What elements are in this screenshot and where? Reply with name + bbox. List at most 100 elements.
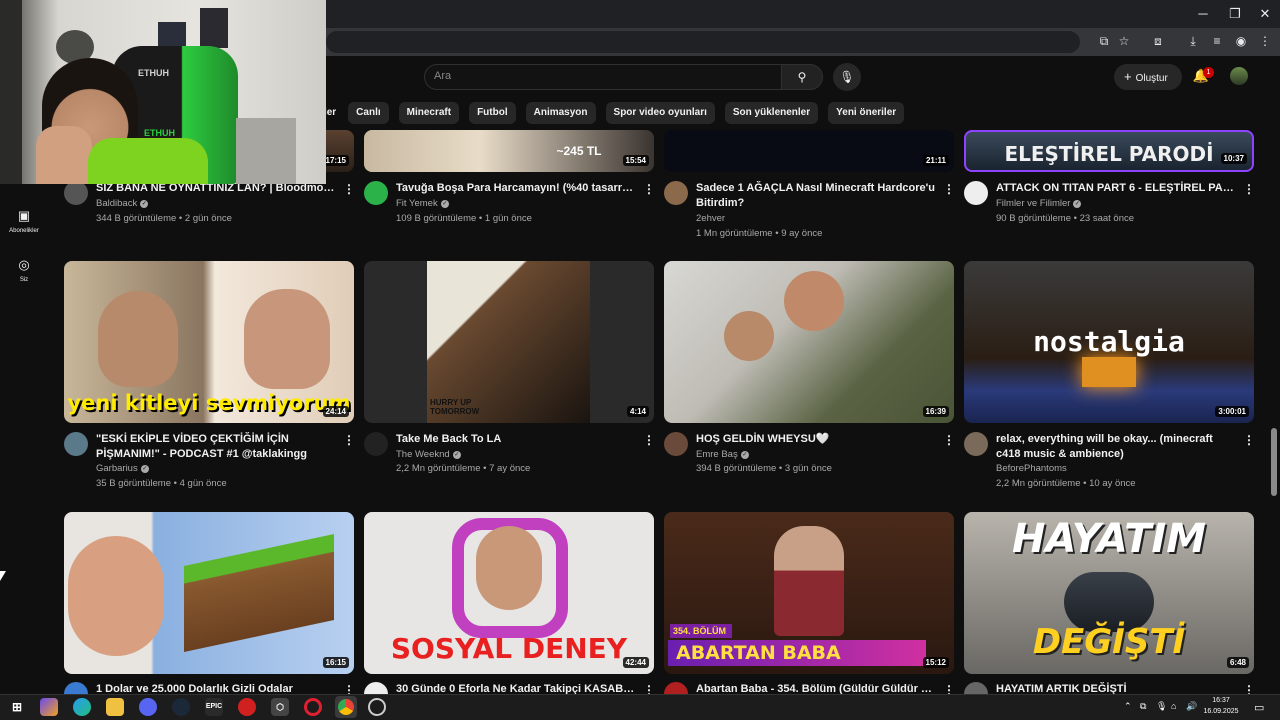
chip[interactable]: Futbol xyxy=(469,102,516,124)
close-window-button[interactable]: ✕ xyxy=(1248,0,1280,28)
channel-name[interactable]: Emre Baş ✓ xyxy=(696,449,749,460)
notification-center-icon[interactable]: ▭ xyxy=(1254,701,1264,714)
channel-avatar[interactable] xyxy=(364,432,388,456)
channel-avatar[interactable] xyxy=(664,181,688,205)
chip[interactable]: Animasyon xyxy=(525,102,596,124)
video-title[interactable]: HOŞ GELDİN WHEYSU🤍 xyxy=(696,432,936,447)
scrollbar-thumb[interactable] xyxy=(1271,428,1277,496)
epic-games-icon[interactable]: EPIC xyxy=(205,698,223,716)
verified-icon: ✓ xyxy=(452,451,461,459)
video-thumbnail[interactable]: HAYATIM DEĞİŞTİ 6:48 xyxy=(964,512,1254,674)
page-scrollbar[interactable] xyxy=(1270,98,1278,694)
video-thumbnail[interactable]: ELEŞTİREL PARODİ 10:37 xyxy=(964,130,1254,172)
channel-name[interactable]: The Weeknd ✓ xyxy=(396,449,461,460)
file-explorer-icon[interactable] xyxy=(106,698,124,716)
video-thumbnail[interactable]: nostalgia 3:00:01 xyxy=(964,261,1254,423)
video-title[interactable]: "ESKİ EKİPLE VİDEO ÇEKTİĞİM İÇİN PİŞMANI… xyxy=(96,432,336,462)
video-thumbnail[interactable]: yeni kitleyi sevmiyorum 24:14 xyxy=(64,261,354,423)
video-meta: 109 B görüntüleme • 1 gün önce xyxy=(396,213,532,224)
browser-menu-icon[interactable]: ⋮ xyxy=(1257,33,1273,49)
steam-icon[interactable] xyxy=(172,698,190,716)
sidebar-item-you[interactable]: ◎ Siz xyxy=(4,257,44,283)
downloads-icon[interactable]: ⤓ xyxy=(1185,33,1201,49)
windows-start-icon[interactable]: ⊞ xyxy=(8,698,26,716)
edge-icon[interactable] xyxy=(73,698,91,716)
channel-name[interactable]: BeforePhantoms xyxy=(996,463,1067,474)
channel-name[interactable]: Baldiback ✓ xyxy=(96,198,149,209)
channel-avatar[interactable] xyxy=(64,181,88,205)
minimize-button[interactable]: ─ xyxy=(1186,0,1220,28)
account-avatar[interactable] xyxy=(1230,67,1248,85)
network-icon[interactable]: ⌂ xyxy=(1171,701,1176,711)
restore-button[interactable]: ❐ xyxy=(1218,0,1252,28)
circle-app-icon[interactable] xyxy=(368,698,386,716)
channel-name[interactable]: Filmler ve Filimler ✓ xyxy=(996,198,1082,209)
channel-name[interactable]: Garbarius ✓ xyxy=(96,463,149,474)
video-thumbnail[interactable]: 21:11 xyxy=(664,130,954,172)
channel-name[interactable]: 2ehver xyxy=(696,213,725,224)
address-bar[interactable] xyxy=(326,31,1080,53)
video-title[interactable]: Tavuğa Boşa Para Harcamayın! (%40 tasarr… xyxy=(396,181,636,196)
install-app-icon[interactable]: ⧉ xyxy=(1096,33,1112,49)
view-count: 35 B görüntüleme xyxy=(96,478,171,489)
video-thumbnail[interactable]: HURRY UP TOMORROW 4:14 xyxy=(364,261,654,423)
more-actions-icon[interactable]: ⋮ xyxy=(343,433,355,447)
hex-app-icon[interactable]: ⬡ xyxy=(271,698,289,716)
channel-label: Baldiback xyxy=(96,198,138,209)
search-button[interactable]: ⚲ xyxy=(781,64,823,90)
video-thumbnail[interactable]: SOSYAL DENEY 42:44 xyxy=(364,512,654,674)
discord-icon[interactable] xyxy=(139,698,157,716)
profile-icon[interactable]: ◉ xyxy=(1233,33,1249,49)
chip[interactable]: Minecraft xyxy=(398,102,460,124)
channel-avatar[interactable] xyxy=(364,181,388,205)
channel-label: 2ehver xyxy=(696,213,726,224)
search-input[interactable] xyxy=(424,64,782,90)
channel-avatar[interactable] xyxy=(964,181,988,205)
channel-avatar[interactable] xyxy=(664,432,688,456)
more-actions-icon[interactable]: ⋮ xyxy=(1243,433,1255,447)
channel-avatar[interactable] xyxy=(964,432,988,456)
channel-avatar[interactable] xyxy=(64,432,88,456)
more-actions-icon[interactable]: ⋮ xyxy=(1243,182,1255,196)
chrome-taskbar-button[interactable] xyxy=(335,696,357,718)
video-thumbnail[interactable]: 16:15 xyxy=(64,512,354,674)
extensions-icon[interactable]: ⧈ xyxy=(1150,33,1166,49)
tray-overflow-icon[interactable]: ⌃ xyxy=(1124,701,1132,712)
voice-search-button[interactable]: 🎙 xyxy=(833,63,861,91)
taskbar-clock[interactable]: 16:37 16.09.2025 xyxy=(1196,695,1246,717)
video-title[interactable]: Sadece 1 AĞAÇLA Nasıl Minecraft Hardcore… xyxy=(696,181,936,211)
more-actions-icon[interactable]: ⋮ xyxy=(943,182,955,196)
video-title[interactable]: relax, everything will be okay... (minec… xyxy=(996,432,1236,462)
video-thumbnail[interactable]: ~245 TL 15:54 xyxy=(364,130,654,172)
channel-name[interactable]: Fit Yemek ✓ xyxy=(396,198,449,209)
thumbnail-text: ELEŞTİREL PARODİ xyxy=(1004,142,1214,166)
chip[interactable]: Canlı xyxy=(348,102,389,124)
video-meta: 35 B görüntüleme • 4 gün önce xyxy=(96,478,227,489)
media-controls-icon[interactable]: ≡ xyxy=(1209,33,1225,49)
more-actions-icon[interactable]: ⋮ xyxy=(643,433,655,447)
copilot-icon[interactable] xyxy=(40,698,58,716)
create-button[interactable]: + Oluştur xyxy=(1114,64,1182,90)
bookmark-star-icon[interactable]: ☆ xyxy=(1116,33,1132,49)
chip[interactable]: Spor video oyunları xyxy=(605,102,715,124)
video-thumbnail[interactable]: 16:39 xyxy=(664,261,954,423)
video-title[interactable]: Take Me Back To LA xyxy=(396,432,636,447)
sidebar-item-subscriptions[interactable]: ▣ Abonelikler xyxy=(4,208,44,234)
opera-icon[interactable] xyxy=(304,698,322,716)
tray-app-icon[interactable]: ⧉ xyxy=(1140,701,1146,712)
verified-icon: ✓ xyxy=(140,200,149,208)
more-actions-icon[interactable]: ⋮ xyxy=(643,182,655,196)
chip[interactable]: Son yüklenenler xyxy=(724,102,819,124)
video-thumbnail[interactable]: 354. BÖLÜM ABARTAN BABA 15:12 xyxy=(664,512,954,674)
chip[interactable]: Yeni öneriler xyxy=(828,102,905,124)
windows-taskbar xyxy=(0,694,1280,720)
thumbnail-text: nostalgia xyxy=(1033,325,1185,358)
more-actions-icon[interactable]: ⋮ xyxy=(943,433,955,447)
upload-age: 9 ay önce xyxy=(781,228,823,239)
microphone-tray-icon[interactable]: 🎙 xyxy=(1156,701,1167,712)
more-actions-icon[interactable]: ⋮ xyxy=(343,182,355,196)
red-app-icon[interactable] xyxy=(238,698,256,716)
video-meta: 2,2 Mn görüntüleme • 10 ay önce xyxy=(996,478,1136,489)
video-title[interactable]: ATTACK ON TITAN PART 6 - ELEŞTİREL PAROD… xyxy=(996,181,1236,196)
upload-age: 23 saat önce xyxy=(1079,213,1135,224)
